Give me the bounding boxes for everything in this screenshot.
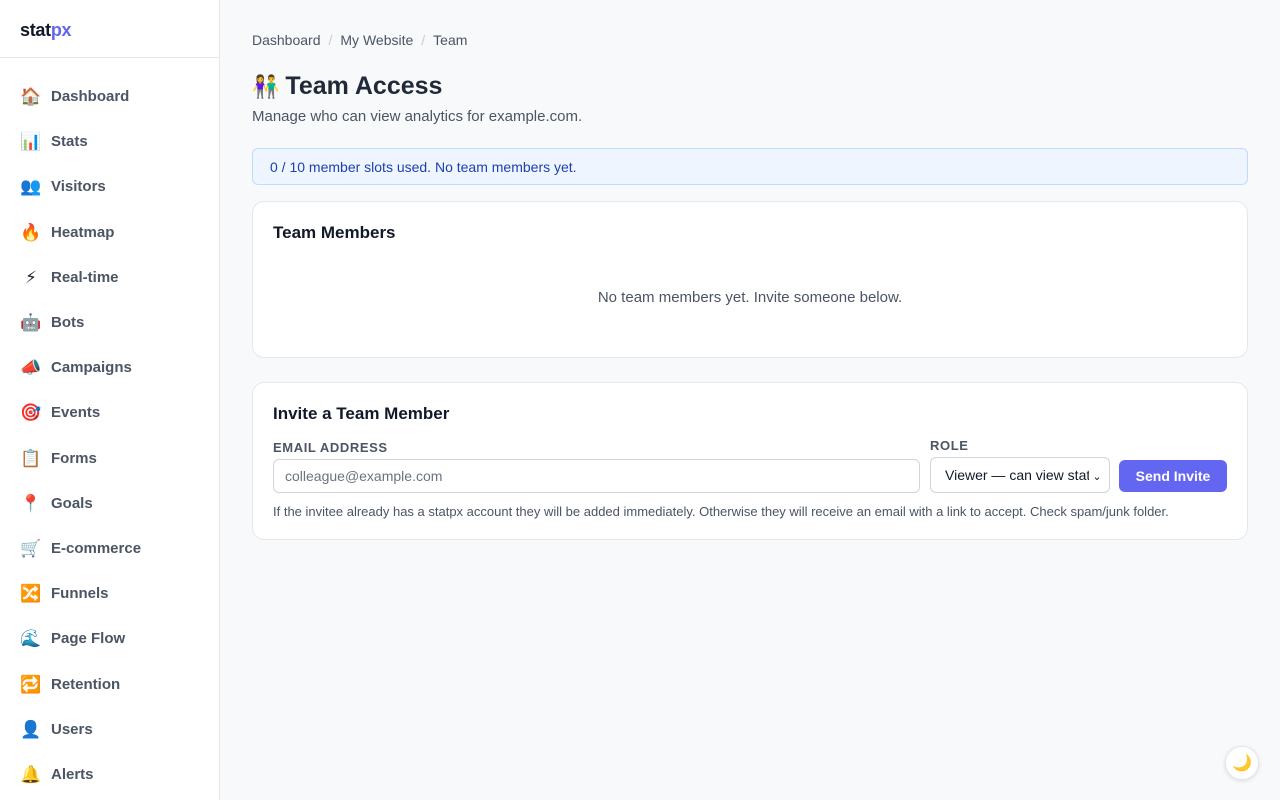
sidebar-item-label: Campaigns <box>51 359 132 377</box>
clipboard-icon: 📋 <box>20 448 42 468</box>
house-icon: 🏠 <box>20 87 42 107</box>
sidebar-item-label: Stats <box>51 133 88 151</box>
sidebar-item-label: Page Flow <box>51 630 126 648</box>
breadcrumb-dashboard[interactable]: Dashboard <box>252 32 321 48</box>
sidebar-item-label: Visitors <box>51 178 106 196</box>
email-field[interactable] <box>273 459 920 493</box>
invite-helper-text: If the invitee already has a statpx acco… <box>273 504 1169 519</box>
sidebar-item-label: Heatmap <box>51 223 115 241</box>
member-slots-text: 0 / 10 member slots used. No team member… <box>270 158 577 175</box>
user-icon: 👤 <box>20 719 42 739</box>
team-members-title: Team Members <box>273 223 396 242</box>
repeat-icon: 🔁 <box>20 674 42 694</box>
sidebar-item-label: Forms <box>51 449 97 467</box>
email-label: Email Address <box>273 440 388 455</box>
team-members-card: Team Members No team members yet. Invite… <box>252 201 1248 358</box>
bar-chart-icon: 📊 <box>20 132 42 152</box>
sidebar-item-label: Alerts <box>51 765 94 783</box>
shuffle-icon: 🔀 <box>20 584 42 604</box>
bell-icon: 🔔 <box>20 764 42 784</box>
main-content: Dashboard / My Website / Team 👫 Team Acc… <box>220 0 1280 800</box>
sidebar-item-label: Bots <box>51 314 85 332</box>
sidebar-item-users[interactable]: 👤 Users <box>0 707 219 752</box>
sidebar-item-dashboard[interactable]: 🏠 Dashboard <box>0 74 219 119</box>
sidebar-item-label: Retention <box>51 675 121 693</box>
fire-icon: 🔥 <box>20 222 42 242</box>
robot-icon: 🤖 <box>20 313 42 333</box>
sidebar-item-label: Real-time <box>51 268 119 286</box>
sidebar-item-forms[interactable]: 📋 Forms <box>0 436 219 481</box>
sidebar-item-retention[interactable]: 🔁 Retention <box>0 661 219 706</box>
empty-state-text: No team members yet. Invite someone belo… <box>597 289 903 306</box>
breadcrumb-separator: / <box>328 32 333 48</box>
sidebar-item-real-time[interactable]: ⚡ Real-time <box>0 255 219 300</box>
role-select[interactable]: Viewer — can view stats ⌄ <box>930 457 1110 493</box>
theme-toggle-button[interactable]: 🌙 <box>1225 746 1259 780</box>
sidebar-item-label: Users <box>51 720 93 738</box>
brand-name-part2: px <box>50 20 72 40</box>
sidebar-item-alerts[interactable]: 🔔 Alerts <box>0 752 219 797</box>
role-label: Role <box>930 438 969 453</box>
sidebar-item-page-flow[interactable]: 🌊 Page Flow <box>0 616 219 661</box>
sidebar-item-stats[interactable]: 📊 Stats <box>0 119 219 164</box>
sidebar-nav: 🏠 Dashboard 📊 Stats 👥 Visitors 🔥 Heatmap ⚡ Real-t… <box>0 58 219 797</box>
sidebar-item-events[interactable]: 🎯 Events <box>0 390 219 435</box>
moon-icon: 🌙 <box>1232 755 1252 772</box>
people-icon: 👫 <box>252 73 280 99</box>
sidebar-item-label: Events <box>51 404 101 422</box>
invite-card: Invite a Team Member Email Address Role … <box>252 382 1248 540</box>
sidebar-item-bots[interactable]: 🤖 Bots <box>0 300 219 345</box>
sidebar-item-campaigns[interactable]: 📣 Campaigns <box>0 345 219 390</box>
brand-name-part1: stat <box>20 20 51 40</box>
sidebar-item-label: Funnels <box>51 585 109 603</box>
sidebar-item-heatmap[interactable]: 🔥 Heatmap <box>0 210 219 255</box>
breadcrumb-my-website[interactable]: My Website <box>340 32 413 48</box>
pin-icon: 📍 <box>20 493 42 513</box>
megaphone-icon: 📣 <box>20 358 42 378</box>
breadcrumb-team: Team <box>433 32 468 48</box>
sidebar: statpx 🏠 Dashboard 📊 Stats 👥 Visitors 🔥 Heatmap… <box>0 0 220 800</box>
sidebar-item-funnels[interactable]: 🔀 Funnels <box>0 571 219 616</box>
users-icon: 👥 <box>20 177 42 197</box>
sidebar-item-visitors[interactable]: 👥 Visitors <box>0 164 219 209</box>
chevron-down-icon: ⌄ <box>1089 468 1105 484</box>
page-title-text: Team Access <box>285 72 443 100</box>
page-title: 👫 Team Access <box>252 72 442 101</box>
breadcrumb-separator: / <box>421 32 426 48</box>
wave-icon: 🌊 <box>20 629 42 649</box>
page-subtitle: Manage who can view analytics for exampl… <box>252 108 583 125</box>
invite-title: Invite a Team Member <box>273 404 450 423</box>
brand-logo[interactable]: statpx <box>0 0 219 58</box>
sidebar-item-e-commerce[interactable]: 🛒 E-commerce <box>0 526 219 571</box>
target-icon: 🎯 <box>20 403 42 423</box>
send-invite-button[interactable]: Send Invite <box>1119 460 1227 492</box>
breadcrumb: Dashboard / My Website / Team <box>252 32 467 48</box>
sidebar-item-label: Dashboard <box>51 88 130 106</box>
member-slots-banner: 0 / 10 member slots used. No team member… <box>252 148 1248 185</box>
role-select-value: Viewer — can view stats <box>945 467 1098 483</box>
sidebar-item-label: E-commerce <box>51 539 142 557</box>
cart-icon: 🛒 <box>20 538 42 558</box>
sidebar-item-goals[interactable]: 📍 Goals <box>0 481 219 526</box>
lightning-icon: ⚡ <box>25 267 37 287</box>
sidebar-item-label: Goals <box>51 494 93 512</box>
